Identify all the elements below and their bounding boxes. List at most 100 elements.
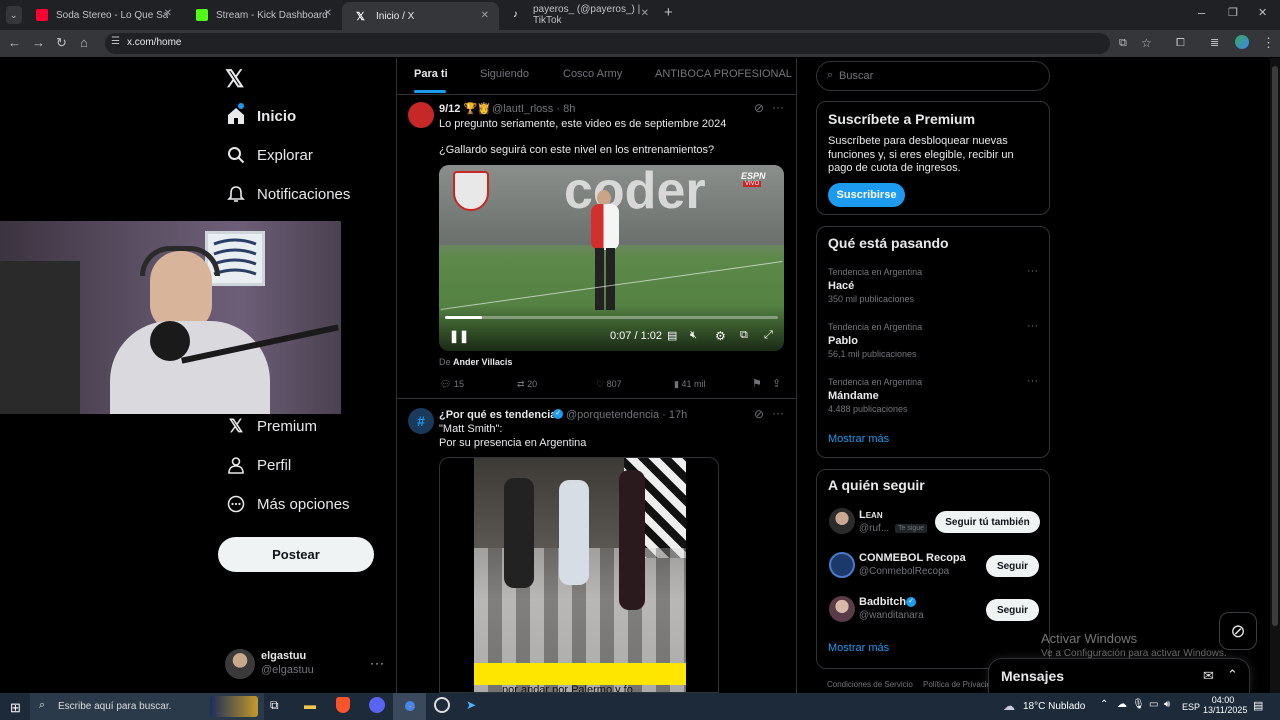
pip-icon[interactable]: ⧉ <box>740 329 748 342</box>
footer-link-terms[interactable]: Condiciones de Servicio <box>827 680 913 689</box>
captions-icon[interactable]: ▤ <box>667 329 677 342</box>
volume-icon[interactable]: 🔊︎ <box>1164 699 1170 710</box>
like-button[interactable]: ♡ 807 <box>596 377 622 391</box>
taskbar-chrome-active[interactable] <box>393 693 426 720</box>
follow-button[interactable]: Seguir <box>986 599 1039 621</box>
nav-item-perfil[interactable]: Perfil <box>225 452 291 478</box>
avatar[interactable] <box>408 102 434 128</box>
microphone-icon[interactable]: 🎙︎ <box>1132 699 1145 710</box>
tweet-author-handle[interactable]: @porquetendencia · 17h <box>566 408 687 422</box>
close-icon[interactable]: ✕ <box>481 10 489 21</box>
messages-drawer[interactable]: Mensajes ✉ ⌃ <box>988 658 1250 693</box>
mute-icon[interactable]: 🔇︎ <box>690 329 697 342</box>
video-source-user[interactable]: Ander Villacis <box>453 357 512 367</box>
minimize-icon[interactable]: – <box>1198 6 1205 20</box>
search-input[interactable]: ⌕ Buscar <box>816 61 1050 91</box>
trends-show-more-link[interactable]: Mostrar más <box>828 433 889 445</box>
brave-icon[interactable] <box>336 697 350 713</box>
page-scrollbar[interactable] <box>1270 58 1280 693</box>
nav-item-notificaciones[interactable]: Notificaciones <box>225 181 350 207</box>
pause-icon[interactable]: ❚❚ <box>449 329 469 343</box>
tab-siguiendo[interactable]: Siguiendo <box>480 68 529 80</box>
tweet-more-icon[interactable]: ··· <box>772 406 784 420</box>
file-explorer-icon[interactable]: ▬ <box>304 698 316 712</box>
expand-icon[interactable]: ⌃ <box>1227 667 1238 683</box>
tray-overflow-icon[interactable]: ⌃ <box>1100 699 1108 710</box>
weather-cloud-icon[interactable]: ☁ <box>1003 699 1015 713</box>
taskbar-search-input[interactable]: ⌕ Escribe aquí para buscar. <box>30 693 264 720</box>
network-icon[interactable]: ▭ <box>1149 699 1158 710</box>
tweet-author-name[interactable]: ¿Por qué es tendencia? <box>439 408 563 422</box>
home-icon[interactable]: ⌂ <box>80 36 88 50</box>
close-window-icon[interactable]: ✕ <box>1258 6 1267 20</box>
follow-back-button[interactable]: Seguir tú también <box>935 511 1040 533</box>
tab-para-ti[interactable]: Para ti <box>414 68 448 80</box>
avatar[interactable] <box>829 596 855 622</box>
nav-item-premium[interactable]: 𝕏 Premium <box>225 413 317 439</box>
forward-icon[interactable]: → <box>32 36 45 50</box>
close-icon[interactable]: ✕ <box>641 8 649 19</box>
tab-x-home[interactable]: 𝕏 Inicio / X ✕ <box>342 2 499 30</box>
tab-kick[interactable]: Stream - Kick Dashboard ✕ <box>182 0 342 30</box>
post-button[interactable]: Postear <box>218 537 374 572</box>
trend-item[interactable]: Tendencia en Argentina Pablo 56,1 mil pu… <box>817 318 1049 368</box>
extensions-icon[interactable]: ⧠ <box>1176 36 1185 50</box>
tweet-video[interactable]: por andar por Palermo y fo <box>439 457 719 693</box>
follow-name[interactable]: Badbitch <box>859 596 906 608</box>
close-icon[interactable]: ✕ <box>324 8 332 19</box>
tweet-author-handle[interactable]: @lautI_rloss · 8h <box>492 102 575 116</box>
grok-button-icon[interactable]: ⊘ <box>1219 612 1257 650</box>
language-indicator[interactable]: ESP <box>1182 702 1200 712</box>
new-message-icon[interactable]: ✉ <box>1203 668 1214 684</box>
reply-button[interactable]: 💬︎ 15 <box>440 377 464 391</box>
install-app-icon[interactable]: ⧉ <box>1119 36 1127 50</box>
share-icon[interactable]: ⇪ <box>772 377 781 391</box>
settings-gear-icon[interactable]: ⚙ <box>715 329 726 343</box>
tab-youtube[interactable]: Soda Stereo - Lo Que Sangra (I ✕ <box>22 0 182 30</box>
account-menu-icon[interactable]: ··· <box>370 656 385 670</box>
new-tab-icon[interactable]: + <box>664 5 673 20</box>
back-icon[interactable]: ← <box>8 36 21 50</box>
tab-search-icon[interactable]: ⌄ <box>6 6 22 24</box>
nav-item-inicio[interactable]: Inicio <box>225 103 296 129</box>
tab-tiktok[interactable]: ♪ payeros_ (@payeros_) | TikTok ✕ <box>499 0 659 30</box>
trend-item[interactable]: Tendencia en Argentina Mándame 4.488 pub… <box>817 373 1049 423</box>
windows-start-icon[interactable]: ⊞ <box>10 700 21 716</box>
trend-more-icon[interactable]: ··· <box>1027 375 1038 387</box>
follow-button[interactable]: Seguir <box>986 555 1039 577</box>
site-info-icon[interactable]: ☰ <box>111 36 120 47</box>
trend-item[interactable]: Tendencia en Argentina Hacé 350 mil publ… <box>817 263 1049 313</box>
hashtag-avatar-icon[interactable]: # <box>408 408 434 434</box>
tab-cosco-army[interactable]: Cosco Army <box>563 68 622 80</box>
nav-item-mas-opciones[interactable]: Más opciones <box>225 491 350 517</box>
nav-item-explorar[interactable]: Explorar <box>225 142 313 168</box>
retweet-button[interactable]: ⇄ 20 <box>517 377 537 391</box>
follow-show-more-link[interactable]: Mostrar más <box>828 642 889 654</box>
reload-icon[interactable]: ↻ <box>56 36 67 50</box>
tray-app-icon[interactable]: ☁ <box>1117 699 1127 710</box>
bookmark-star-icon[interactable]: ☆ <box>1141 36 1152 50</box>
task-view-icon[interactable]: ⧉ <box>270 698 279 713</box>
close-icon[interactable]: ✕ <box>164 8 172 19</box>
clock[interactable]: 04:00 13/11/2025 <box>1203 695 1247 715</box>
trend-more-icon[interactable]: ··· <box>1027 265 1038 277</box>
profile-avatar[interactable] <box>1235 35 1249 49</box>
follow-name[interactable]: CONMEBOL Recopa <box>859 552 966 564</box>
grok-icon[interactable]: ⊘ <box>754 407 764 421</box>
avatar[interactable] <box>829 552 855 578</box>
scrollbar-thumb[interactable] <box>1272 66 1278 626</box>
x-logo-icon[interactable]: 𝕏 <box>225 65 244 94</box>
obs-icon[interactable] <box>434 697 450 713</box>
steam-icon[interactable]: ➤ <box>466 698 476 712</box>
video-progress-track[interactable] <box>445 316 778 319</box>
tweet-author-name[interactable]: 9/12 🏆👸 <box>439 102 491 116</box>
restore-icon[interactable]: ❐ <box>1228 6 1238 20</box>
views-button[interactable]: ▮ 41 mil <box>674 377 705 391</box>
media-controls-icon[interactable]: ≣ <box>1210 36 1219 50</box>
tab-antiboca-profesional[interactable]: ANTIBOCA PROFESIONAL <box>655 68 792 80</box>
tweet-more-icon[interactable]: ··· <box>772 100 784 114</box>
subscribe-button[interactable]: Suscribirse <box>828 183 905 207</box>
browser-menu-icon[interactable]: ⋮ <box>1262 36 1275 50</box>
notifications-icon[interactable]: ▤ <box>1253 699 1263 712</box>
bookmark-icon[interactable]: ⚑ <box>752 377 762 391</box>
